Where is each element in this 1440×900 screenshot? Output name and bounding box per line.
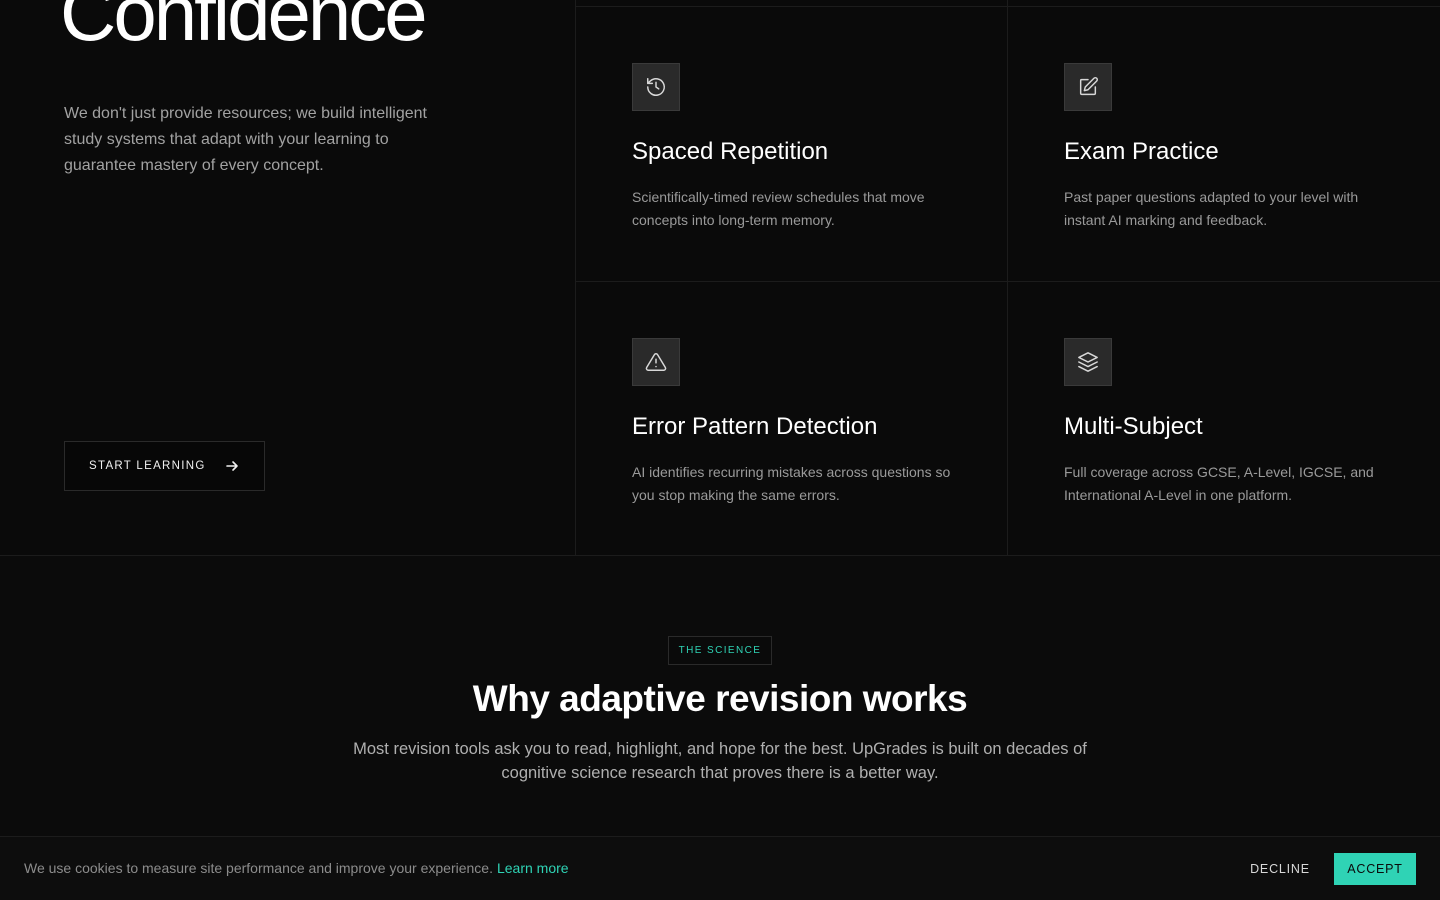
feature-description: Past paper questions adapted to your lev… [1064,189,1359,228]
cookie-banner: We use cookies to measure site performan… [0,836,1440,900]
accept-button[interactable]: ACCEPT [1334,853,1416,885]
cookie-message: We use cookies to measure site performan… [24,860,569,876]
feature-card-spaced-repetition: Spaced Repetition Scientifically-timed r… [576,7,1007,281]
science-section: THE SCIENCE Why adaptive revision works … [0,556,1440,836]
learn-more-link[interactable]: Learn more [497,860,569,876]
science-badge: THE SCIENCE [668,636,772,665]
decline-button[interactable]: DECLINE [1240,853,1320,885]
hero-description: We don't just provide resources; we buil… [64,105,427,174]
features-section: Confidence We don't just provide resourc… [0,0,1440,556]
science-title: Why adaptive revision works [472,678,968,719]
feature-description: Scientifically-timed review schedules th… [632,189,925,228]
feature-title: Multi-Subject [1064,413,1203,440]
start-learning-button[interactable]: START LEARNING [64,441,265,491]
layers-icon [1064,338,1112,386]
hero-title: Confidence [60,0,428,57]
feature-card-multi-subject: Multi-Subject Full coverage across GCSE,… [1008,282,1439,556]
start-learning-label: START LEARNING [89,460,206,472]
feature-title: Spaced Repetition [632,138,829,165]
page: Confidence We don't just provide resourc… [0,0,1440,900]
science-description: Most revision tools ask you to read, hig… [353,740,1087,782]
feature-grid: Spaced Repetition Scientifically-timed r… [575,0,1440,555]
cookie-text: We use cookies to measure site performan… [24,860,493,876]
arrow-right-icon [226,461,238,471]
feature-card-exam-practice: Exam Practice Past paper questions adapt… [1008,7,1439,281]
feature-card-error-pattern: Error Pattern Detection AI identifies re… [576,282,1007,556]
feature-description: Full coverage across GCSE, A-Level, IGCS… [1064,464,1374,503]
hero-panel: Confidence We don't just provide resourc… [0,0,575,555]
feature-description: AI identifies recurring mistakes across … [632,464,951,503]
history-icon [632,63,680,111]
edit-icon [1064,63,1112,111]
feature-title: Exam Practice [1064,138,1219,165]
warning-icon [632,338,680,386]
feature-title: Error Pattern Detection [632,413,878,440]
